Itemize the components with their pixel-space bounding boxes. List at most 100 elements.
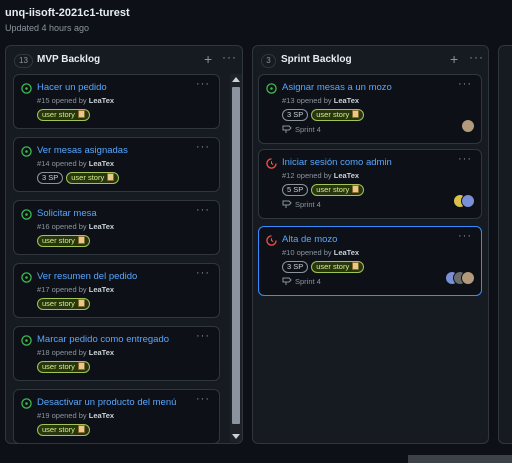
scrollbar-thumb[interactable] — [232, 87, 240, 424]
column-title[interactable]: Sprint Backlog — [281, 54, 352, 65]
issue-number: #18 — [37, 348, 50, 357]
label-text: user story — [71, 173, 105, 182]
label-user-story[interactable]: user story — [37, 424, 90, 436]
issue-title-link[interactable]: Alta de mozo — [282, 234, 337, 245]
issue-title-link[interactable]: Solicitar mesa — [37, 208, 97, 219]
milestone-name: Sprint 4 — [295, 125, 321, 134]
memo-icon — [77, 362, 85, 370]
issue-author-link[interactable]: LeaTex — [334, 171, 359, 180]
issue-number: #14 — [37, 159, 50, 168]
issue-card[interactable]: Ver resumen del pedido #17 opened by LeaT… — [13, 263, 220, 318]
column-sprint-backlog: 3 Sprint Backlog + ··· Asignar mesas a u… — [252, 45, 489, 444]
label-text: user story — [42, 236, 75, 245]
milestone-name: Sprint 4 — [295, 277, 321, 286]
card-menu-button[interactable]: ··· — [196, 204, 210, 216]
add-card-button[interactable]: + — [204, 51, 212, 67]
label-user-story[interactable]: user story — [66, 172, 120, 184]
column-header: 13 MVP Backlog + ··· — [6, 46, 242, 74]
card-menu-button[interactable]: ··· — [458, 78, 472, 90]
milestone[interactable]: Sprint 4 — [282, 277, 321, 286]
label-user-story[interactable]: user story — [37, 235, 90, 247]
issue-number: #12 — [282, 171, 295, 180]
issue-number: #19 — [37, 411, 50, 420]
issue-meta: #12 opened by LeaTex — [282, 171, 359, 180]
add-card-button[interactable]: + — [450, 51, 458, 67]
issue-author-link[interactable]: LeaTex — [334, 96, 359, 105]
label-story-points[interactable]: 3 SP — [282, 261, 309, 273]
issue-author-link[interactable]: LeaTex — [89, 285, 114, 294]
memo-icon — [77, 236, 85, 244]
label-user-story[interactable]: user story — [37, 298, 90, 310]
opened-by-text: opened by — [51, 348, 87, 357]
horizontal-scrollbar-thumb[interactable] — [408, 455, 512, 463]
label-story-points[interactable]: 3 SP — [37, 172, 64, 184]
issue-title-link[interactable]: Asignar mesas a un mozo — [282, 82, 392, 93]
issue-number: #15 — [37, 96, 50, 105]
card-menu-button[interactable]: ··· — [196, 393, 210, 405]
issue-author-link[interactable]: LeaTex — [89, 348, 114, 357]
issue-author-link[interactable]: LeaTex — [89, 411, 114, 420]
issue-card[interactable]: Marcar pedido como entregado #18 opened b… — [13, 326, 220, 381]
issue-title-link[interactable]: Ver resumen del pedido — [37, 271, 137, 282]
issue-card[interactable]: Desactivar un producto del menú #19 opene… — [13, 389, 220, 443]
label-user-story[interactable]: user story — [37, 361, 90, 373]
memo-icon — [77, 299, 85, 307]
issue-number: #10 — [282, 248, 295, 257]
project-title[interactable]: unq-iisoft-2021c1-turest — [5, 7, 130, 19]
label-text: user story — [42, 299, 75, 308]
label-user-story[interactable]: user story — [37, 109, 90, 121]
column-title[interactable]: MVP Backlog — [37, 54, 100, 65]
card-menu-button[interactable]: ··· — [196, 78, 210, 90]
card-menu-button[interactable]: ··· — [458, 153, 472, 165]
issue-card[interactable]: Ver mesas asignadas #14 opened by LeaTex ·… — [13, 137, 220, 192]
column-mvp-backlog: 13 MVP Backlog + ··· Hacer un pedido #15 … — [5, 45, 243, 444]
label-story-points[interactable]: 5 SP — [282, 184, 309, 196]
milestone[interactable]: Sprint 4 — [282, 200, 321, 209]
label-text: 5 SP — [287, 185, 304, 194]
label-user-story[interactable]: user story — [311, 184, 365, 196]
label-user-story[interactable]: user story — [311, 261, 365, 273]
card-menu-button[interactable]: ··· — [196, 267, 210, 279]
memo-icon — [77, 425, 85, 433]
issue-author-link[interactable]: LeaTex — [89, 159, 114, 168]
avatar[interactable] — [461, 194, 475, 208]
assignee-avatars[interactable] — [461, 119, 475, 133]
assignee-avatars[interactable] — [453, 194, 475, 208]
label-user-story[interactable]: user story — [311, 109, 365, 121]
issue-title-link[interactable]: Desactivar un producto del menú — [37, 397, 176, 408]
issue-card[interactable]: Hacer un pedido #15 opened by LeaTex ··· us… — [13, 74, 220, 129]
issue-meta: #13 opened by LeaTex — [282, 96, 359, 105]
avatar[interactable] — [461, 119, 475, 133]
issue-card[interactable]: Solicitar mesa #16 opened by LeaTex ··· use… — [13, 200, 220, 255]
avatar[interactable] — [461, 271, 475, 285]
memo-icon — [352, 110, 360, 118]
issue-title-link[interactable]: Marcar pedido como entregado — [37, 334, 169, 345]
issue-card[interactable]: Iniciar sesión como admin #12 opened by L… — [258, 149, 482, 219]
milestone[interactable]: Sprint 4 — [282, 125, 321, 134]
issue-card[interactable]: Asignar mesas a un mozo #13 opened by Lea… — [258, 74, 482, 144]
column-menu-button[interactable]: ··· — [222, 50, 237, 64]
issue-meta: #17 opened by LeaTex — [37, 285, 114, 294]
issue-author-link[interactable]: LeaTex — [334, 248, 359, 257]
issue-labels: user story — [37, 424, 90, 436]
card-menu-button[interactable]: ··· — [196, 330, 210, 342]
issue-title-link[interactable]: Iniciar sesión como admin — [282, 157, 392, 168]
label-story-points[interactable]: 3 SP — [282, 109, 309, 121]
card-menu-button[interactable]: ··· — [196, 141, 210, 153]
issue-labels: user story — [37, 361, 90, 373]
column-menu-button[interactable]: ··· — [469, 50, 484, 64]
issue-labels: user story — [37, 109, 90, 121]
assignee-avatars[interactable] — [445, 271, 475, 285]
issue-in-progress-icon — [266, 235, 277, 246]
scroll-up-arrow[interactable] — [232, 77, 240, 82]
card-menu-button[interactable]: ··· — [458, 230, 472, 242]
issue-author-link[interactable]: LeaTex — [89, 96, 114, 105]
scroll-down-arrow[interactable] — [232, 434, 240, 439]
issue-title-link[interactable]: Hacer un pedido — [37, 82, 107, 93]
issue-labels: user story — [37, 298, 90, 310]
column-scrollbar[interactable] — [230, 74, 242, 442]
issue-title-link[interactable]: Ver mesas asignadas — [37, 145, 128, 156]
issue-author-link[interactable]: LeaTex — [89, 222, 114, 231]
issue-meta: #18 opened by LeaTex — [37, 348, 114, 357]
issue-card[interactable]: Alta de mozo #10 opened by LeaTex ··· 3 SP u… — [258, 226, 482, 296]
